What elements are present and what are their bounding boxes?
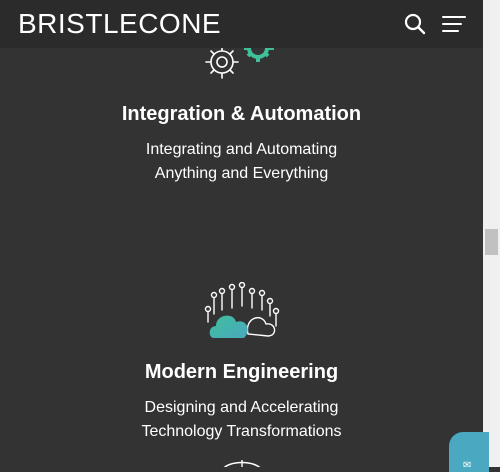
section-description-line2: Technology Transformations — [141, 423, 342, 440]
cloud-network-icon — [204, 282, 280, 338]
page: BRISTLECONE Integration & Automation Int… — [0, 0, 483, 467]
integration-automation-section: Integration & Automation Integrating and… — [0, 103, 483, 186]
site-header: BRISTLECONE — [0, 0, 483, 48]
section-title: Modern Engineering — [144, 361, 339, 383]
search-button[interactable] — [404, 13, 426, 35]
scrollbar-thumb[interactable] — [485, 229, 498, 255]
chat-icon: ✉ — [463, 460, 472, 471]
next-section-icon — [223, 460, 261, 467]
logo[interactable]: BRISTLECONE — [18, 7, 221, 41]
search-icon — [404, 13, 426, 35]
chat-widget-button[interactable]: ✉ — [449, 432, 489, 472]
section-description-line1: Integrating and Automating — [145, 141, 338, 158]
modern-engineering-section: Modern Engineering Designing and Acceler… — [0, 361, 483, 444]
hamburger-menu-icon[interactable] — [442, 16, 466, 34]
section-title: Integration & Automation — [121, 103, 362, 125]
section-description-line2: Anything and Everything — [154, 165, 329, 182]
section-description-line1: Designing and Accelerating — [144, 399, 339, 416]
